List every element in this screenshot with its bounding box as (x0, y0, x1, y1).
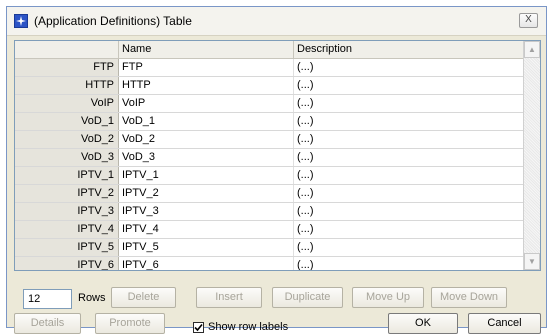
application-definitions-dialog: (Application Definitions) Table X Name D… (6, 6, 547, 334)
name-cell[interactable]: IPTV_5 (119, 239, 294, 256)
description-cell[interactable]: (...) (294, 149, 524, 166)
name-cell[interactable]: IPTV_2 (119, 185, 294, 202)
table-row[interactable]: IPTV_3 IPTV_3 (...) (15, 203, 524, 221)
row-label[interactable]: IPTV_4 (15, 221, 119, 238)
table-row[interactable]: IPTV_4 IPTV_4 (...) (15, 221, 524, 239)
name-cell[interactable]: IPTV_6 (119, 257, 294, 270)
name-cell[interactable]: IPTV_4 (119, 221, 294, 238)
name-cell[interactable]: FTP (119, 59, 294, 76)
description-cell[interactable]: (...) (294, 167, 524, 184)
delete-button[interactable]: Delete (111, 287, 176, 308)
scroll-up-arrow-icon[interactable]: ▲ (524, 41, 540, 58)
description-cell[interactable]: (...) (294, 221, 524, 238)
app-icon (14, 14, 28, 28)
table-row[interactable]: IPTV_5 IPTV_5 (...) (15, 239, 524, 257)
description-cell[interactable]: (...) (294, 77, 524, 94)
details-button[interactable]: Details (14, 313, 81, 334)
close-button[interactable]: X (519, 13, 538, 28)
duplicate-button[interactable]: Duplicate (272, 287, 343, 308)
name-cell[interactable]: VoD_2 (119, 131, 294, 148)
description-cell[interactable]: (...) (294, 131, 524, 148)
row-label[interactable]: IPTV_2 (15, 185, 119, 202)
row-label[interactable]: IPTV_5 (15, 239, 119, 256)
name-cell[interactable]: VoD_3 (119, 149, 294, 166)
table-row[interactable]: IPTV_1 IPTV_1 (...) (15, 167, 524, 185)
table-grid: Name Description FTP FTP (...) HTTP HTTP (...… (15, 41, 524, 270)
column-header-description[interactable]: Description (294, 41, 524, 58)
table-row[interactable]: FTP FTP (...) (15, 59, 524, 77)
move-up-button[interactable]: Move Up (352, 287, 424, 308)
table-row[interactable]: VoD_2 VoD_2 (...) (15, 131, 524, 149)
show-row-labels-label[interactable]: Show row labels (208, 321, 288, 333)
name-cell[interactable]: IPTV_1 (119, 167, 294, 184)
checkmark-icon (194, 323, 203, 332)
row-label[interactable]: IPTV_6 (15, 257, 119, 270)
row-label[interactable]: FTP (15, 59, 119, 76)
promote-button[interactable]: Promote (95, 313, 165, 334)
name-cell[interactable]: VoIP (119, 95, 294, 112)
description-cell[interactable]: (...) (294, 185, 524, 202)
description-cell[interactable]: (...) (294, 239, 524, 256)
table-row[interactable]: IPTV_2 IPTV_2 (...) (15, 185, 524, 203)
name-cell[interactable]: HTTP (119, 77, 294, 94)
rows-count-input[interactable]: 12 (23, 289, 72, 309)
row-label[interactable]: HTTP (15, 77, 119, 94)
table-row[interactable]: VoD_3 VoD_3 (...) (15, 149, 524, 167)
row-label[interactable]: VoD_1 (15, 113, 119, 130)
row-label[interactable]: VoD_3 (15, 149, 119, 166)
name-cell[interactable]: IPTV_3 (119, 203, 294, 220)
cancel-button[interactable]: Cancel (468, 313, 541, 334)
vertical-scrollbar[interactable]: ▲ ▼ (523, 41, 540, 270)
table-row[interactable]: HTTP HTTP (...) (15, 77, 524, 95)
move-down-button[interactable]: Move Down (431, 287, 507, 308)
show-row-labels-checkbox[interactable] (193, 322, 204, 333)
description-cell[interactable]: (...) (294, 95, 524, 112)
row-label[interactable]: IPTV_1 (15, 167, 119, 184)
table-row[interactable]: IPTV_6 IPTV_6 (...) (15, 257, 524, 270)
row-label-header (15, 41, 119, 58)
description-cell[interactable]: (...) (294, 113, 524, 130)
row-label[interactable]: VoIP (15, 95, 119, 112)
description-cell[interactable]: (...) (294, 203, 524, 220)
insert-button[interactable]: Insert (196, 287, 262, 308)
scroll-down-arrow-icon[interactable]: ▼ (524, 253, 540, 270)
ok-button[interactable]: OK (388, 313, 458, 334)
title-bar: (Application Definitions) Table X (7, 7, 546, 36)
definitions-table: Name Description FTP FTP (...) HTTP HTTP (...… (14, 40, 541, 271)
table-header: Name Description (15, 41, 524, 59)
row-label[interactable]: VoD_2 (15, 131, 119, 148)
rows-label: Rows (78, 292, 106, 304)
window-title: (Application Definitions) Table (34, 14, 192, 28)
row-label[interactable]: IPTV_3 (15, 203, 119, 220)
column-header-name[interactable]: Name (119, 41, 294, 58)
description-cell[interactable]: (...) (294, 257, 524, 270)
description-cell[interactable]: (...) (294, 59, 524, 76)
table-body: FTP FTP (...) HTTP HTTP (...) VoIP VoIP (...) VoD… (15, 59, 524, 270)
name-cell[interactable]: VoD_1 (119, 113, 294, 130)
table-row[interactable]: VoIP VoIP (...) (15, 95, 524, 113)
table-row[interactable]: VoD_1 VoD_1 (...) (15, 113, 524, 131)
